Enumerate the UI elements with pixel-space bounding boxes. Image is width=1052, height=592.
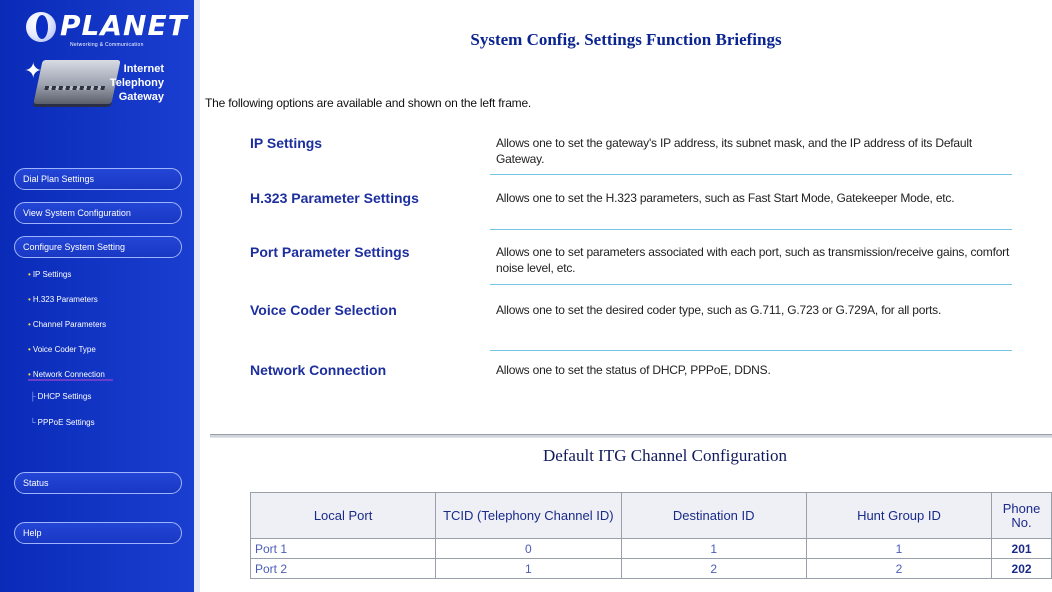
option-divider <box>490 229 1012 230</box>
option-description: Allows one to set the desired coder type… <box>496 303 942 317</box>
nav-sub-network-connection[interactable]: • Network Connection <box>28 370 113 381</box>
nav-sub-label: Voice Coder Type <box>32 345 96 354</box>
column-header-local-port: Local Port <box>249 492 437 539</box>
cell-phone-no: 202 <box>991 558 1052 579</box>
tree-branch-icon: └ <box>30 418 36 427</box>
nav-configure-system-setting[interactable]: Configure System Setting <box>14 236 182 258</box>
nav-sub-label: H.323 Parameters <box>32 295 98 304</box>
option-name: Network Connection <box>250 362 387 378</box>
nav-dial-plan-settings[interactable]: Dial Plan Settings <box>14 168 182 190</box>
nav-sub-channel-parameters[interactable]: • Channel Parameters <box>28 320 106 329</box>
cell-phone-no: 201 <box>991 538 1052 559</box>
cell-hunt-group-id: 1 <box>805 538 993 559</box>
planet-globe-icon <box>26 12 56 42</box>
brand-tagline: Networking & Communication <box>70 42 144 48</box>
nav-help[interactable]: Help <box>14 522 182 544</box>
column-header-phone-no: Phone No. <box>991 492 1052 539</box>
option-divider <box>490 284 1012 285</box>
column-header-hunt-group-id: Hunt Group ID <box>805 492 993 539</box>
left-frame: PLANET Networking & Communication ✦ Inte… <box>0 0 200 592</box>
bullet-icon: • <box>28 370 31 379</box>
nav-sub-ip-settings[interactable]: • IP Settings <box>28 270 71 279</box>
brand-area: PLANET Networking & Communication ✦ Inte… <box>0 0 194 140</box>
cell-tcid: 1 <box>435 558 622 579</box>
page-title: System Config. Settings Function Briefin… <box>470 30 782 49</box>
column-header-tcid: TCID (Telephony Channel ID) <box>435 492 622 539</box>
option-name: Voice Coder Selection <box>250 302 397 318</box>
nav-subsub-label: DHCP Settings <box>37 392 92 401</box>
product-name-line-3: Gateway <box>118 91 164 103</box>
nav-sub-label: IP Settings <box>32 270 72 279</box>
table-header-row: Local Port TCID (Telephony Channel ID) D… <box>249 492 1052 539</box>
bullet-icon: • <box>28 270 31 279</box>
table-title: Default ITG Channel Configuration <box>542 446 788 465</box>
intro-text: The following options are available and … <box>205 96 532 110</box>
product-name: Internet Telephony Gateway <box>74 62 164 104</box>
cell-local-port: Port 1 <box>249 538 437 559</box>
nav-status[interactable]: Status <box>14 472 182 494</box>
option-name: IP Settings <box>250 135 323 151</box>
table-row: Port 2 1 2 2 202 <box>249 558 1052 579</box>
option-description: Allows one to set the gateway's IP addre… <box>496 136 972 166</box>
nav-view-system-configuration[interactable]: View System Configuration <box>14 202 182 224</box>
bullet-icon: • <box>28 345 31 354</box>
brand-logo: PLANET <box>60 9 188 42</box>
bullet-icon: • <box>28 295 31 304</box>
cell-destination-id: 2 <box>620 558 807 579</box>
product-name-line-1: Internet <box>123 63 164 75</box>
option-name: Port Parameter Settings <box>250 244 410 260</box>
nav-sub-label: Network Connection <box>32 370 105 379</box>
option-name: H.323 Parameter Settings <box>250 190 419 206</box>
nav-sub-label: Channel Parameters <box>32 320 107 329</box>
nav-subsub-label: PPPoE Settings <box>37 418 95 427</box>
channel-config-table: Local Port TCID (Telephony Channel ID) D… <box>249 492 1052 579</box>
section-divider <box>210 434 1052 438</box>
table-row: Port 1 0 1 1 201 <box>249 538 1052 559</box>
cell-hunt-group-id: 2 <box>805 558 993 579</box>
option-description: Allows one to set the status of DHCP, PP… <box>496 363 771 377</box>
option-divider <box>490 174 1012 175</box>
cell-tcid: 0 <box>435 538 622 559</box>
cell-destination-id: 1 <box>620 538 807 559</box>
option-description: Allows one to set parameters associated … <box>496 245 1010 275</box>
cell-local-port: Port 2 <box>249 558 437 579</box>
product-name-line-2: Telephony <box>109 77 164 89</box>
tree-branch-icon: ├ <box>30 392 36 401</box>
main-frame: System Config. Settings Function Briefin… <box>200 0 1052 592</box>
option-description: Allows one to set the H.323 parameters, … <box>496 191 955 205</box>
nav-sub-h323-parameters[interactable]: • H.323 Parameters <box>28 295 98 304</box>
nav-subsub-pppoe-settings[interactable]: └ PPPoE Settings <box>30 418 95 427</box>
option-divider <box>490 350 1012 351</box>
bullet-icon: • <box>28 320 31 329</box>
nav-sub-voice-coder-type[interactable]: • Voice Coder Type <box>28 345 96 354</box>
nav-subsub-dhcp-settings[interactable]: ├ DHCP Settings <box>30 392 91 401</box>
column-header-destination-id: Destination ID <box>620 492 807 539</box>
